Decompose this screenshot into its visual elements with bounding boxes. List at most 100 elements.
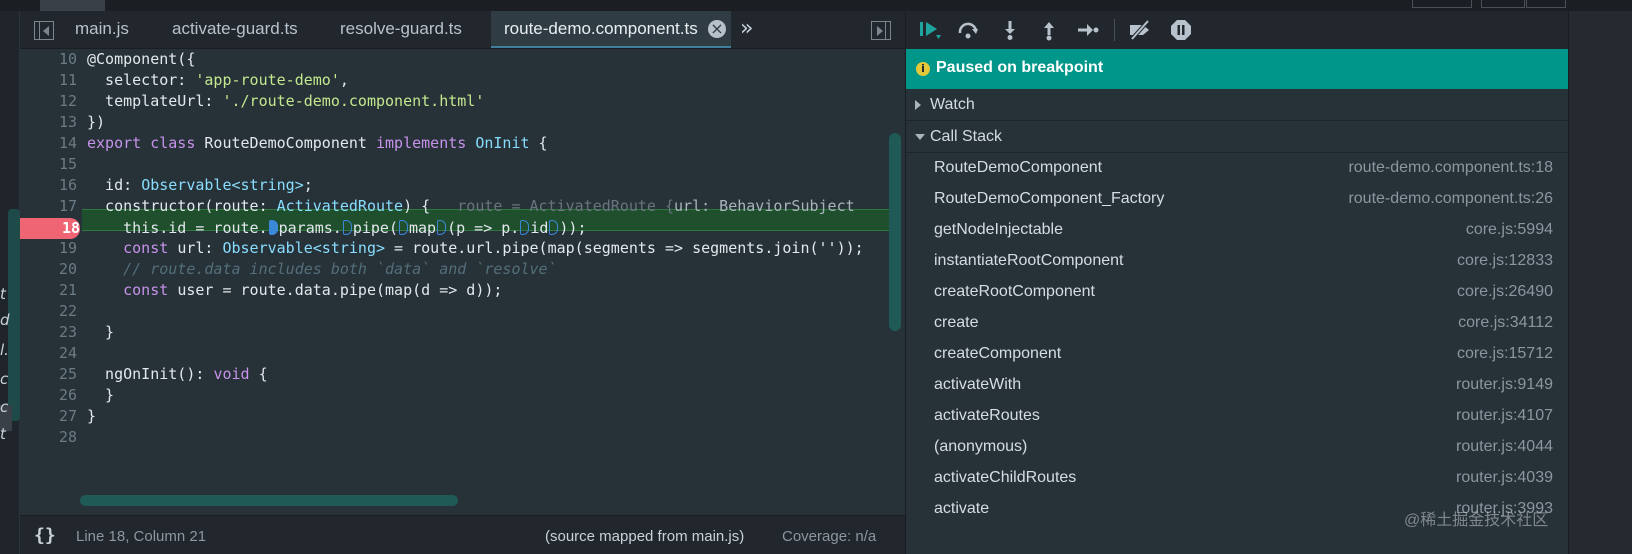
- code-token: templateUrl:: [87, 92, 223, 110]
- code-comment[interactable]: // route.data includes both `data` and `…: [87, 259, 892, 280]
- call-stack-frame[interactable]: instantiateRootComponent core.js:12833: [906, 246, 1569, 277]
- tab-route-demo-component[interactable]: route-demo.component.ts: [491, 11, 731, 48]
- line-number[interactable]: 27: [20, 406, 77, 427]
- line-number[interactable]: 25: [20, 364, 77, 385]
- code-line[interactable]: const user = route.data.pipe(map(d => d)…: [87, 280, 892, 301]
- line-number[interactable]: 23: [20, 322, 77, 343]
- frame-location: route-demo.component.ts:18: [1348, 159, 1553, 176]
- call-stack-frame[interactable]: createRootComponent core.js:26490: [906, 277, 1569, 308]
- code-line[interactable]: selector: 'app-route-demo',: [87, 70, 892, 91]
- paused-code-line[interactable]: this.id = route. params. pipe(map (p => p. i…: [87, 218, 892, 239]
- code-keyword: const: [87, 281, 178, 299]
- frame-function: create: [934, 314, 979, 331]
- frame-function: createRootComponent: [934, 283, 1095, 300]
- step-out-icon[interactable]: [1037, 19, 1061, 41]
- step-icon[interactable]: [1076, 19, 1100, 41]
- line-number[interactable]: 10: [20, 49, 77, 70]
- line-number[interactable]: 16: [20, 175, 77, 196]
- code-line[interactable]: templateUrl: './route-demo.component.htm…: [87, 91, 892, 112]
- tab-main-js[interactable]: main.js: [75, 11, 129, 48]
- call-stack-frame[interactable]: RouteDemoComponent route-demo.component.…: [906, 153, 1569, 184]
- top-toolbar-button[interactable]: [1481, 0, 1525, 8]
- call-stack-frame[interactable]: getNodeInjectable core.js:5994: [906, 215, 1569, 246]
- breakpoint-line-number[interactable]: 18: [20, 218, 80, 239]
- toggle-debugger-icon[interactable]: [871, 21, 891, 40]
- line-number[interactable]: 12: [20, 91, 77, 112]
- column-breakpoint-marker-icon[interactable]: [268, 220, 278, 235]
- deactivate-breakpoints-icon[interactable]: [1128, 19, 1152, 41]
- column-breakpoint-marker-icon[interactable]: [342, 220, 352, 235]
- frame-function: RouteDemoComponent_Factory: [934, 190, 1165, 207]
- line-number[interactable]: 21: [20, 280, 77, 301]
- step-over-icon[interactable]: [956, 19, 980, 41]
- top-toolbar-button[interactable]: [1412, 0, 1472, 8]
- frame-location: core.js:26490: [1456, 283, 1553, 300]
- source-editor: main.js activate-guard.ts resolve-guard.…: [20, 11, 905, 554]
- call-stack-frame[interactable]: activateWith router.js:9149: [906, 370, 1569, 401]
- line-number[interactable]: 22: [20, 301, 77, 322]
- line-number[interactable]: 24: [20, 343, 77, 364]
- column-breakpoint-marker-icon[interactable]: [549, 220, 559, 235]
- call-stack-frame[interactable]: create core.js:34112: [906, 308, 1569, 339]
- frame-function: getNodeInjectable: [934, 221, 1063, 238]
- code-line[interactable]: @Component({: [87, 49, 892, 70]
- column-breakpoint-marker-icon[interactable]: [520, 220, 530, 235]
- editor-vertical-scrollbar[interactable]: [889, 133, 901, 331]
- code-line[interactable]: }: [87, 322, 892, 343]
- code-type: Observable<string>: [141, 176, 304, 194]
- column-breakpoint-marker-icon[interactable]: [399, 220, 408, 235]
- line-number-gutter[interactable]: 10 11 12 13 14 15 16 17 18 19 20 21 22 2…: [20, 49, 82, 519]
- tab-resolve-guard[interactable]: resolve-guard.ts: [340, 11, 462, 48]
- pause-on-exceptions-icon[interactable]: [1169, 19, 1193, 41]
- navigator-panel-clipped: t d l. c c t: [0, 11, 20, 554]
- code-token: user = route.data.pipe(map(d => d));: [177, 281, 503, 299]
- toggle-navigator-icon[interactable]: [34, 21, 54, 40]
- call-stack-frame[interactable]: (anonymous) router.js:4044: [906, 432, 1569, 463]
- close-tab-icon[interactable]: ×: [708, 20, 726, 38]
- frame-function: (anonymous): [934, 438, 1028, 455]
- code-line[interactable]: const url: Observable<string> = route.ur…: [87, 238, 892, 259]
- code-token: ,: [339, 71, 349, 89]
- line-number[interactable]: 14: [20, 133, 77, 154]
- tab-activate-guard[interactable]: activate-guard.ts: [172, 11, 298, 48]
- code-string: './route-demo.component.html': [222, 92, 485, 110]
- line-number[interactable]: 17: [20, 196, 77, 217]
- code-line[interactable]: constructor(route: ActivatedRoute) { rou…: [87, 196, 892, 217]
- more-tabs-chevron-icon[interactable]: »: [740, 11, 753, 48]
- code-line[interactable]: }: [87, 406, 892, 427]
- code-line[interactable]: }): [87, 112, 892, 133]
- call-stack-frame[interactable]: RouteDemoComponent_Factory route-demo.co…: [906, 184, 1569, 215]
- code-token: url:: [177, 239, 223, 257]
- step-into-icon[interactable]: [998, 19, 1022, 41]
- frame-location: core.js:34112: [1458, 314, 1553, 331]
- code-line[interactable]: ngOnInit(): void {: [87, 364, 892, 385]
- line-number[interactable]: 26: [20, 385, 77, 406]
- top-toolbar-button[interactable]: [1526, 0, 1566, 8]
- code-keyword: implements: [376, 134, 476, 152]
- tab-label: route-demo.component.ts: [504, 19, 698, 38]
- call-stack-section-header[interactable]: Call Stack: [906, 121, 1569, 153]
- source-map-link[interactable]: (source mapped from main.js): [545, 528, 744, 545]
- code-line[interactable]: id: Observable<string>;: [87, 175, 892, 196]
- line-number[interactable]: 13: [20, 112, 77, 133]
- line-number[interactable]: 11: [20, 70, 77, 91]
- resume-icon[interactable]: [918, 19, 942, 41]
- line-number[interactable]: 15: [20, 154, 77, 175]
- watermark: @稀土掘金技术社区: [1404, 512, 1549, 529]
- line-number[interactable]: 28: [20, 427, 77, 448]
- line-number[interactable]: 20: [20, 259, 77, 280]
- call-stack-frame[interactable]: activateChildRoutes router.js:4039: [906, 463, 1569, 494]
- code-token: id:: [87, 176, 142, 194]
- debugger-toolbar: [906, 11, 1569, 49]
- pretty-print-braces-icon[interactable]: {}: [34, 525, 56, 546]
- code-token: pipe(: [352, 219, 398, 237]
- code-token: ));: [559, 219, 587, 237]
- line-number[interactable]: 19: [20, 238, 77, 259]
- code-line[interactable]: export class RouteDemoComponent implemen…: [87, 133, 892, 154]
- column-breakpoint-marker-icon[interactable]: [437, 220, 447, 235]
- editor-horizontal-scrollbar[interactable]: [80, 495, 458, 506]
- call-stack-frame[interactable]: activateRoutes router.js:4107: [906, 401, 1569, 432]
- call-stack-frame[interactable]: createComponent core.js:15712: [906, 339, 1569, 370]
- watch-section-header[interactable]: Watch: [906, 89, 1569, 121]
- code-line[interactable]: }: [87, 385, 892, 406]
